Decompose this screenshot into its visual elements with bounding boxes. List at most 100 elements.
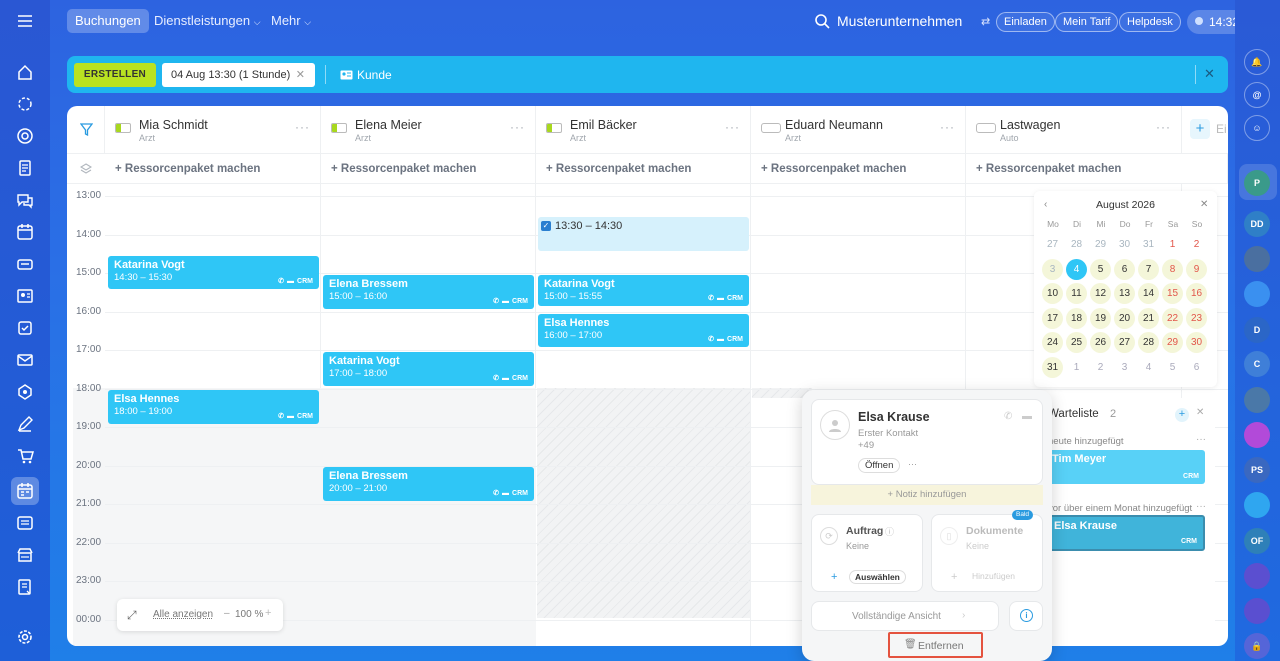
tab-more[interactable]: Mehr ⌵ <box>263 9 319 33</box>
create-button[interactable]: ERSTELLEN <box>74 63 156 87</box>
target-icon[interactable] <box>13 124 37 148</box>
info-button[interactable]: i <box>1009 601 1043 631</box>
company-name[interactable]: Musterunternehmen <box>837 13 962 29</box>
phone-icon[interactable]: ✆ <box>708 335 714 343</box>
calendar-day[interactable]: 10 <box>1042 283 1063 304</box>
booking-event[interactable]: Elena Bressem 20:00 – 21:00 ✆ ▬ CRM <box>323 467 534 501</box>
mail-icon[interactable] <box>13 348 37 372</box>
remove-button[interactable]: 🗑 Entfernen <box>888 632 983 658</box>
client-name[interactable]: Elsa Krause <box>858 410 930 424</box>
calendar-day[interactable]: 29 <box>1162 332 1183 353</box>
phone-icon[interactable]: ✆ <box>493 489 499 497</box>
task-icon[interactable] <box>13 316 37 340</box>
booking-event[interactable]: Elena Bressem 15:00 – 16:00 ✆ ▬ CRM <box>323 275 534 309</box>
contact-card-icon[interactable] <box>13 284 37 308</box>
checkbox-icon[interactable]: ✓ <box>541 221 551 231</box>
avatar[interactable] <box>1244 492 1270 518</box>
crm-tag[interactable]: CRM <box>512 298 528 305</box>
zoom-out-button[interactable]: – <box>224 608 230 619</box>
tab-services[interactable]: Dienstleistungen ⌵ <box>146 9 269 33</box>
more-icon[interactable]: ··· <box>908 459 917 469</box>
calendar-day[interactable]: 29 <box>1090 234 1111 255</box>
booking-event[interactable]: Katarina Vogt 15:00 – 15:55 ✆ ▬ CRM <box>538 275 749 306</box>
calendar-day[interactable]: 8 <box>1162 258 1183 280</box>
settings-icon[interactable] <box>13 625 37 649</box>
cart-icon[interactable] <box>13 444 37 468</box>
info-icon[interactable]: ⓘ <box>885 525 894 538</box>
phone-icon[interactable]: ✆ <box>1004 411 1012 422</box>
chat-icon[interactable]: ▬ <box>1022 411 1032 422</box>
calendar-day[interactable]: 27 <box>1042 234 1063 255</box>
calendar-day[interactable]: 19 <box>1090 307 1111 329</box>
chat-icon[interactable] <box>13 188 37 212</box>
full-view-button[interactable]: Vollständige Ansicht › <box>811 601 999 631</box>
invite-link[interactable]: Einladen <box>996 12 1055 32</box>
calendar-day[interactable]: 28 <box>1138 332 1159 353</box>
calendar-day[interactable]: 2 <box>1090 357 1111 378</box>
chat-icon[interactable]: ☺ <box>1244 115 1270 141</box>
avatar[interactable] <box>1244 387 1270 413</box>
crm-tag[interactable]: CRM <box>512 375 528 382</box>
add-waitlist-button[interactable]: + <box>1175 408 1189 422</box>
terminal-icon[interactable] <box>13 511 37 535</box>
more-icon[interactable]: ··· <box>510 120 525 134</box>
crm-tag[interactable]: CRM <box>1181 538 1197 545</box>
waitlist-item[interactable]: Tim Meyer CRM <box>1048 450 1205 484</box>
phone-icon[interactable]: ✆ <box>278 412 284 420</box>
search-icon[interactable] <box>815 14 830 29</box>
crm-tag[interactable]: CRM <box>727 336 743 343</box>
package-button[interactable]: + Ressorcenpaket machen <box>966 153 1228 184</box>
calendar-day[interactable]: 20 <box>1114 307 1135 329</box>
calendar-icon[interactable] <box>13 220 37 244</box>
chat-icon[interactable]: ▬ <box>287 413 294 420</box>
close-icon[interactable]: ✕ <box>1200 199 1208 210</box>
calendar-day[interactable]: 12 <box>1090 283 1111 304</box>
chat-icon[interactable]: ▬ <box>502 375 509 382</box>
calendar-day[interactable]: 16 <box>1186 283 1207 304</box>
package-button[interactable]: + Ressorcenpaket machen <box>105 153 321 184</box>
calendar-day[interactable]: 18 <box>1066 307 1087 329</box>
calendar-day[interactable]: 13 <box>1114 283 1135 304</box>
chevron-right-icon[interactable]: › <box>1152 199 1155 210</box>
show-all-link[interactable]: Alle anzeigen <box>153 609 213 620</box>
chat-icon[interactable]: ▬ <box>502 490 509 497</box>
lock-icon[interactable]: 🔒 <box>1244 633 1270 659</box>
close-icon[interactable]: ✕ <box>296 63 305 87</box>
selected-slot[interactable]: ✓ 13:30 – 14:30 <box>538 217 749 251</box>
calendar-day[interactable]: 15 <box>1162 283 1183 304</box>
booking-event[interactable]: Katarina Vogt 14:30 – 15:30 ✆ ▬ CRM <box>108 256 319 289</box>
avatar[interactable] <box>1244 563 1270 589</box>
calendar-day[interactable]: 31 <box>1138 234 1159 255</box>
calendar-day[interactable]: 1 <box>1066 357 1087 378</box>
helpdesk-link[interactable]: Helpdesk <box>1119 12 1181 32</box>
avatar[interactable]: P <box>1244 170 1270 196</box>
switch-icon[interactable]: ⇄ <box>981 15 990 28</box>
calendar-day[interactable]: 7 <box>1138 258 1159 280</box>
calendar-day[interactable]: 30 <box>1186 332 1207 353</box>
client-button[interactable]: Kunde <box>340 67 392 83</box>
close-icon[interactable]: ✕ <box>1204 66 1215 82</box>
at-icon[interactable]: @ <box>1244 82 1270 108</box>
crm-tag[interactable]: CRM <box>297 413 313 420</box>
chat-icon[interactable]: ▬ <box>717 295 724 302</box>
calendar-day[interactable]: 5 <box>1090 258 1111 280</box>
resource-header[interactable]: Lastwagen Auto ··· <box>966 106 1182 153</box>
resource-header[interactable]: Emil Bäcker Arzt ··· <box>536 106 751 153</box>
phone-icon[interactable]: ✆ <box>493 297 499 305</box>
avatar[interactable] <box>1244 246 1270 272</box>
chat-icon[interactable]: ▬ <box>502 298 509 305</box>
calendar-day[interactable]: 2 <box>1186 234 1207 255</box>
add-resource-button[interactable]: + <box>1190 119 1210 139</box>
booking-icon[interactable] <box>11 477 39 505</box>
expand-icon[interactable]: ⤢ <box>127 608 137 623</box>
calendar-day[interactable]: 5 <box>1162 357 1183 378</box>
select-order-button[interactable]: Auswählen <box>849 570 906 584</box>
calendar-day[interactable]: 24 <box>1042 332 1063 353</box>
avatar[interactable]: DD <box>1244 211 1270 237</box>
tariff-link[interactable]: Mein Tarif <box>1055 12 1119 32</box>
menu-icon[interactable] <box>13 9 37 33</box>
more-icon[interactable]: ··· <box>725 120 740 134</box>
store-icon[interactable] <box>13 543 37 567</box>
add-note-button[interactable]: + Notiz hinzufügen <box>811 485 1043 505</box>
sign-icon[interactable] <box>13 412 37 436</box>
